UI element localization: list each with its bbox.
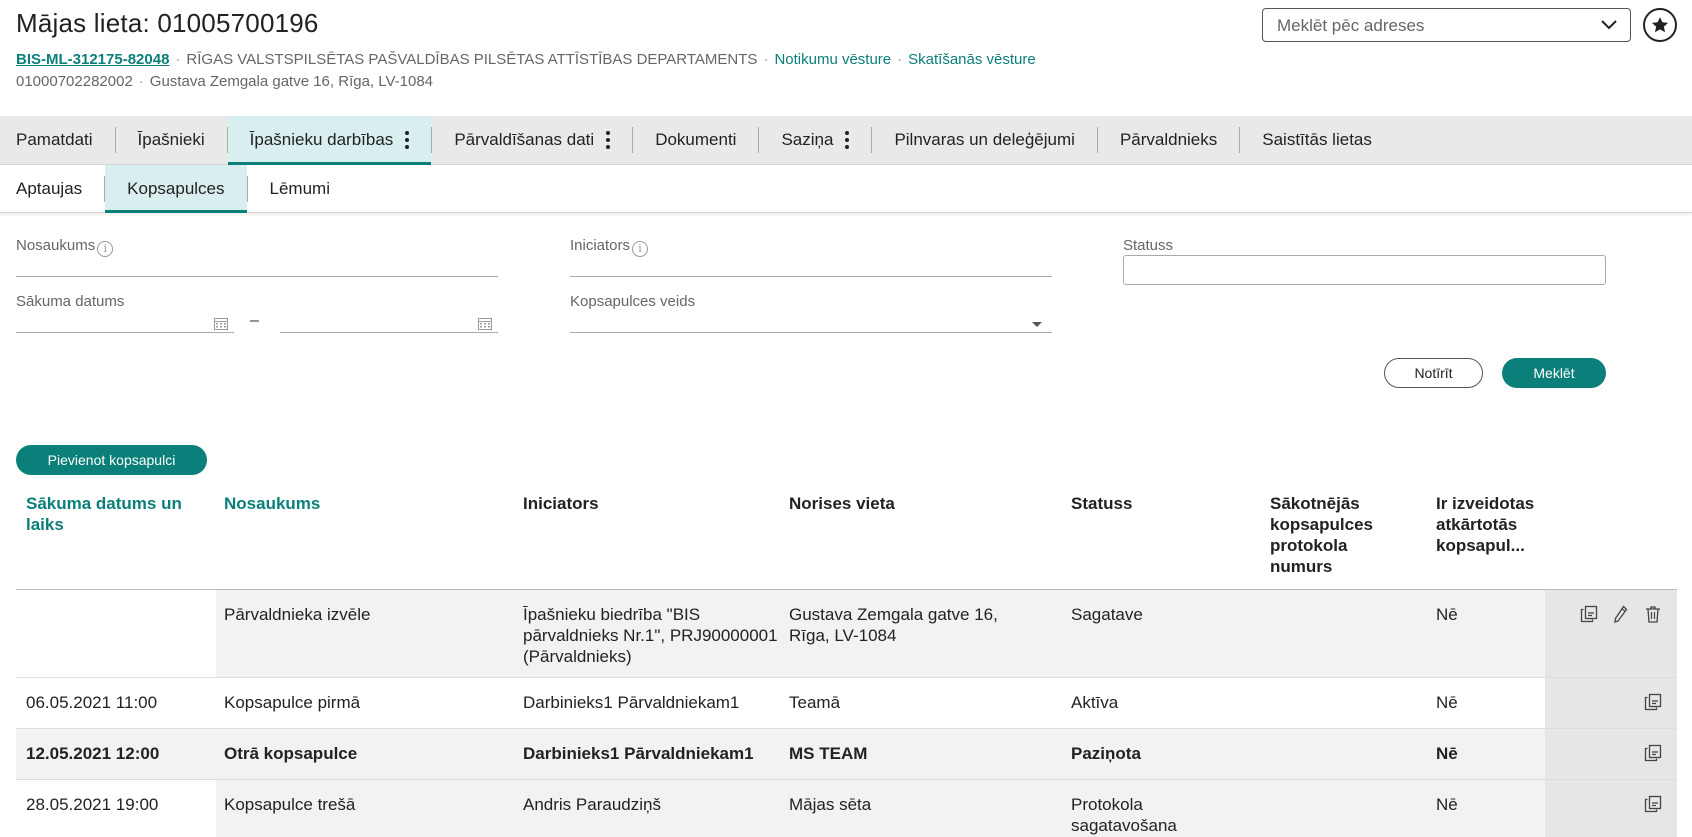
clear-button[interactable]: Notīrīt	[1384, 358, 1483, 388]
cell-status: Protokola sagatavošana	[1071, 795, 1177, 835]
main-tab-bar: Pamatdati Īpašnieki Īpašnieku darbības P…	[0, 116, 1692, 165]
row-actions	[1643, 794, 1663, 814]
col-header-name[interactable]: Nosaukums	[224, 493, 484, 514]
cell-start: 28.05.2021 19:00	[26, 795, 159, 814]
start-date-to-underline	[280, 332, 498, 333]
meeting-type-underline	[570, 332, 1052, 333]
date-range-separator: –	[250, 312, 259, 329]
status-filter-label: Statuss	[1123, 237, 1174, 254]
tab-ipasnieku-darbibas[interactable]: Īpašnieku darbības	[227, 116, 432, 165]
more-vertical-icon[interactable]	[606, 131, 611, 149]
star-icon	[1651, 17, 1669, 33]
cell-initiator: Andris Paraudziņš	[523, 795, 661, 814]
subtab-aptaujas[interactable]: Aptaujas	[0, 165, 104, 212]
initiator-filter-input[interactable]	[570, 276, 1052, 277]
department-name: RĪGAS VALSTSPILSĒTAS PAŠVALDĪBAS PILSĒTA…	[186, 51, 758, 68]
meeting-type-select[interactable]	[570, 316, 1052, 332]
page-title: Mājas lieta: 01005700196	[16, 8, 319, 38]
status-filter-input[interactable]	[1123, 255, 1606, 285]
tab-parvaldisanas-dati[interactable]: Pārvaldīšanas dati	[432, 116, 632, 164]
sub-tab-bar: Aptaujas Kopsapulces Lēmumi	[0, 165, 1692, 213]
start-date-from-input[interactable]	[16, 316, 234, 332]
copy-icon[interactable]	[1579, 604, 1599, 624]
table-row[interactable]: 28.05.2021 19:00 Kopsapulce trešā Andris…	[16, 780, 1677, 837]
col-header-start[interactable]: Sākuma datums un laiks	[26, 493, 206, 535]
col-header-status: Statuss	[1071, 494, 1133, 513]
cell-repeat: Nē	[1436, 605, 1458, 624]
cell-status: Aktīva	[1071, 693, 1119, 712]
cell-name: Otrā kopsapulce	[224, 744, 358, 763]
info-icon[interactable]: i	[632, 241, 649, 257]
cell-start: 12.05.2021 12:00	[26, 744, 160, 763]
search-button[interactable]: Meklēt	[1502, 358, 1606, 388]
address-search-placeholder: Meklēt pēc adreses	[1277, 16, 1425, 35]
edit-icon[interactable]	[1611, 604, 1631, 624]
cell-initiator: Darbinieks1 Pārvaldniekam1	[523, 744, 754, 763]
case-meta-line: BIS-ML-312175-82048 · RĪGAS VALSTSPILSĒTAS…	[16, 51, 1036, 68]
address-line: 01000702282002 · Gustava Zemgala gatve 16,…	[16, 73, 434, 90]
favorite-button[interactable]	[1643, 8, 1677, 42]
copy-icon[interactable]	[1643, 743, 1663, 763]
start-date-from-underline	[16, 332, 234, 333]
cell-name: Pārvaldnieka izvēle	[224, 605, 371, 624]
address-search-select[interactable]: Meklēt pēc adreses	[1262, 8, 1631, 42]
row-actions	[1579, 604, 1663, 624]
calendar-icon[interactable]	[478, 317, 492, 330]
cell-initiator: Īpašnieku biedrība "BIS pārvaldnieks Nr.…	[523, 605, 778, 666]
cell-repeat: Nē	[1436, 795, 1458, 814]
tab-dokumenti[interactable]: Dokumenti	[633, 116, 758, 164]
more-vertical-icon[interactable]	[845, 131, 850, 149]
cell-status: Sagatave	[1071, 605, 1143, 624]
cell-name: Kopsapulce pirmā	[224, 693, 361, 712]
row-actions	[1643, 692, 1663, 712]
initiator-filter-label: Iniciators i	[570, 237, 649, 257]
copy-icon[interactable]	[1643, 794, 1663, 814]
tab-ipasnieki[interactable]: Īpašnieki	[116, 116, 227, 164]
chevron-down-icon	[1601, 20, 1617, 30]
tab-saistitas-lietas[interactable]: Saistītās lietas	[1240, 116, 1394, 164]
cell-venue: MS TEAM	[789, 744, 868, 763]
copy-icon[interactable]	[1643, 692, 1663, 712]
cell-initiator: Darbinieks1 Pārvaldniekam1	[523, 693, 740, 712]
calendar-icon[interactable]	[214, 317, 228, 330]
col-header-repeat: Ir izveidotas atkārtotās kopsapul...	[1436, 494, 1535, 555]
row-actions	[1643, 743, 1663, 763]
start-date-to-input[interactable]	[280, 316, 498, 332]
property-address: Gustava Zemgala gatve 16, Rīga, LV-1084	[149, 73, 434, 90]
meeting-type-label: Kopsapulces veids	[570, 293, 696, 310]
delete-icon[interactable]	[1643, 604, 1663, 624]
view-history-link[interactable]: Skatīšanās vēsture	[908, 51, 1036, 68]
table-row[interactable]: Pārvaldnieka izvēle Īpašnieku biedrība "…	[16, 590, 1677, 678]
event-history-link[interactable]: Notikumu vēsture	[774, 51, 891, 68]
case-id-link[interactable]: BIS-ML-312175-82048	[16, 51, 169, 68]
cell-start: 06.05.2021 11:00	[26, 693, 158, 712]
cell-status: Paziņota	[1071, 744, 1141, 763]
name-filter-input[interactable]	[16, 276, 498, 277]
tab-sazina[interactable]: Saziņa	[759, 116, 871, 164]
cell-repeat: Nē	[1436, 744, 1458, 763]
col-header-venue: Norises vieta	[789, 494, 895, 513]
tab-pamatdati[interactable]: Pamatdati	[0, 116, 115, 164]
tab-parvaldnieks[interactable]: Pārvaldnieks	[1098, 116, 1239, 164]
table-row[interactable]: 06.05.2021 11:00 Kopsapulce pirmā Darbin…	[16, 678, 1677, 729]
cell-venue: Teamā	[789, 693, 841, 712]
name-filter-label: Nosaukums i	[16, 237, 114, 257]
add-meeting-button[interactable]: Pievienot kopsapulci	[16, 445, 207, 475]
cell-venue: Gustava Zemgala gatve 16, Rīga, LV-1084	[789, 605, 998, 645]
col-header-initiator: Iniciators	[523, 494, 599, 513]
table-row[interactable]: 12.05.2021 12:00 Otrā kopsapulce Darbini…	[16, 729, 1677, 780]
cell-venue: Mājas sēta	[789, 795, 872, 814]
start-date-label: Sākuma datums	[16, 293, 125, 310]
subtab-lemumi[interactable]: Lēmumi	[248, 165, 352, 212]
cell-repeat: Nē	[1436, 693, 1458, 712]
cell-name: Kopsapulce trešā	[224, 795, 356, 814]
cadastre-number: 01000702282002	[16, 73, 133, 90]
col-header-protocol: Sākotnējās kopsapulces protokola numurs	[1270, 494, 1373, 576]
more-vertical-icon[interactable]	[405, 131, 410, 149]
subtab-kopsapulces[interactable]: Kopsapulces	[105, 165, 247, 213]
info-icon[interactable]: i	[97, 241, 114, 257]
caret-down-icon	[1032, 322, 1042, 327]
tab-pilnvaras[interactable]: Pilnvaras un deleģējumi	[872, 116, 1097, 164]
